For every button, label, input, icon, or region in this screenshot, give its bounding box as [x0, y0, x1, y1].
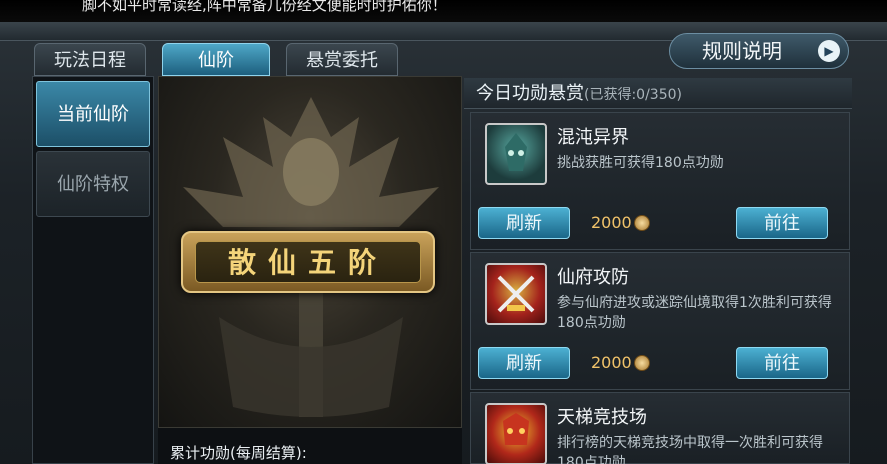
chaos-realm-icon: [485, 123, 547, 185]
rules-button[interactable]: 规则说明 ▶: [669, 33, 849, 69]
card-title: 混沌异界: [557, 127, 629, 148]
tab-label: 玩法日程: [54, 50, 126, 71]
play-arrow-icon: ▶: [818, 40, 840, 62]
top-message-banner: 脚不如平时常读经,阵中常备几份经文便能时时护佑你！: [0, 0, 887, 22]
bounty-card: 仙府攻防 参与仙府进攻或迷踪仙境取得1次胜利可获得180点功勋 刷新 2000 …: [470, 252, 850, 390]
bounty-header: 今日功勋悬赏(已获得:0/350): [464, 78, 852, 109]
merit-footer: 累计功勋(每周结算):: [158, 428, 462, 464]
tab-label: 悬赏委托: [306, 50, 378, 71]
go-button[interactable]: 前往: [736, 207, 828, 239]
sidebar-item-rank-privileges[interactable]: 仙阶特权: [36, 151, 150, 217]
rank-name: 散仙五阶: [195, 241, 421, 283]
tab-schedule[interactable]: 玩法日程: [34, 43, 146, 76]
card-title: 天梯竞技场: [557, 407, 647, 428]
bounty-card: 混沌异界 挑战获胜可获得180点功勋 刷新 2000 前往: [470, 112, 850, 250]
coin-icon: [633, 355, 650, 371]
sidebar-item-label: 当前仙阶: [57, 104, 129, 125]
bounty-progress: (已获得:0/350): [584, 87, 682, 103]
tab-label: 仙阶: [198, 50, 234, 71]
tab-immortal-rank[interactable]: 仙阶: [162, 43, 270, 76]
sidebar-item-label: 仙阶特权: [57, 174, 129, 195]
card-title: 仙府攻防: [557, 267, 629, 288]
ladder-arena-icon: [485, 403, 547, 464]
banner-text: 脚不如平时常读经,阵中常备几份经文便能时时护佑你！: [82, 0, 447, 14]
tab-bounty[interactable]: 悬赏委托: [286, 43, 398, 76]
cost-value: 2000: [591, 213, 632, 232]
refresh-cost: 2000: [591, 213, 650, 232]
refresh-cost: 2000: [591, 353, 650, 372]
sidebar: 当前仙阶 仙阶特权: [32, 76, 154, 464]
crossed-swords-icon: [485, 263, 547, 325]
sidebar-item-current-rank[interactable]: 当前仙阶: [36, 81, 150, 147]
rank-plaque: 散仙五阶: [181, 231, 435, 293]
merit-label: 累计功勋(每周结算):: [170, 444, 307, 462]
bounty-title: 今日功勋悬赏: [476, 83, 584, 104]
card-description: 参与仙府进攻或迷踪仙境取得1次胜利可获得180点功勋: [557, 295, 832, 331]
cost-value: 2000: [591, 353, 632, 372]
card-description: 挑战获胜可获得180点功勋: [557, 155, 724, 171]
bounty-card: 天梯竞技场 排行榜的天梯竞技场中取得一次胜利可获得180点功勋: [470, 392, 850, 464]
refresh-button[interactable]: 刷新: [478, 347, 570, 379]
card-description: 排行榜的天梯竞技场中取得一次胜利可获得180点功勋: [557, 435, 823, 464]
refresh-button[interactable]: 刷新: [478, 207, 570, 239]
coin-icon: [633, 215, 650, 231]
go-button[interactable]: 前往: [736, 347, 828, 379]
rules-label: 规则说明: [702, 39, 782, 63]
rank-emblem-art: 散仙五阶: [158, 76, 462, 428]
